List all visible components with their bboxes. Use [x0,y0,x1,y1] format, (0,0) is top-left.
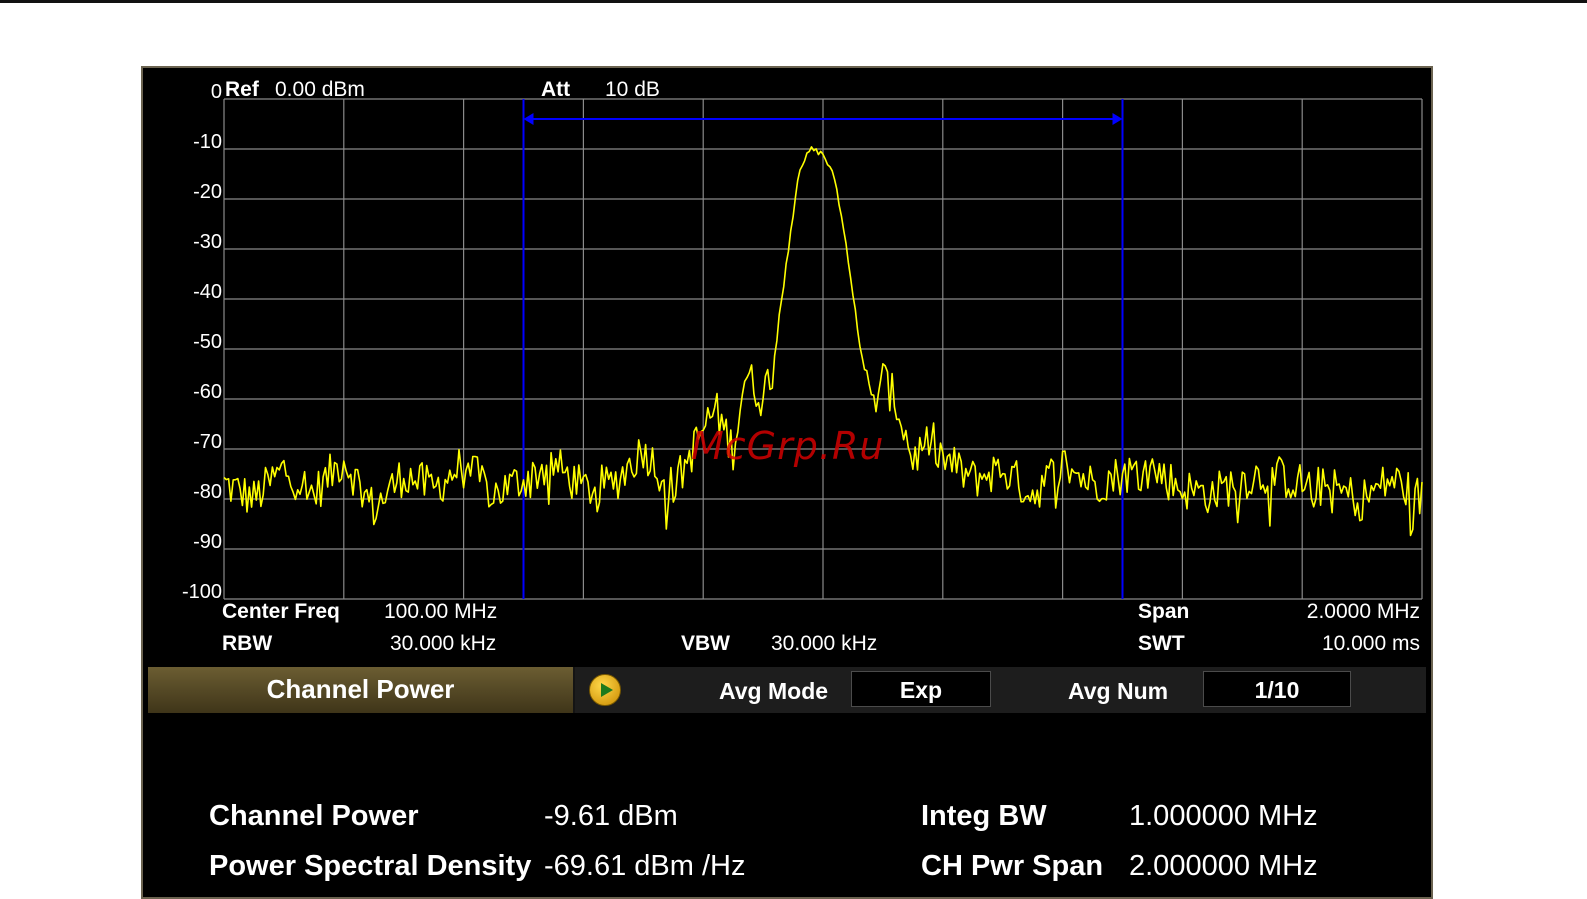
plot-grid [223,98,1423,600]
y-tick-label: -100 [181,581,222,603]
integ-bw-value: 1.000000 MHz [1129,800,1318,832]
y-tick-label: -40 [193,281,222,303]
y-tick-label: -70 [193,431,222,453]
measurement-title: Channel Power [148,667,573,713]
measurement-controls: Avg Mode Exp Avg Num 1/10 [575,667,1426,713]
y-tick-label: -30 [193,231,222,253]
channel-power-value: -9.61 dBm [544,800,678,832]
att-value: 10 dB [605,78,660,101]
analyzer-screen: 0 -10 -20 -30 -40 -50 -60 -70 -80 -90 -100 Ref 0.0… [141,66,1433,899]
y-tick-label: -50 [193,331,222,353]
y-tick-label: -60 [193,381,222,403]
att-label: Att [541,78,571,101]
y-tick-label: -20 [193,181,222,203]
center-freq-label: Center Freq [222,600,340,623]
ref-label: Ref [225,78,259,101]
swt-value: 10.000 ms [1321,632,1420,655]
psd-value: -69.61 dBm /Hz [544,850,746,882]
rbw-value: 30.000 kHz [390,632,497,655]
arrow-head-left [523,113,534,125]
vbw-label: VBW [681,632,730,655]
psd-label: Power Spectral Density [209,850,532,882]
rbw-label: RBW [222,632,273,655]
vbw-value: 30.000 kHz [771,632,878,655]
watermark: McGrp.Ru [691,424,885,468]
channel-power-label: Channel Power [209,800,419,832]
span-label: Span [1138,600,1190,623]
y-tick-label: 0 [210,81,222,103]
arrow-head-right [1112,113,1123,125]
integ-bw-label: Integ BW [921,800,1047,832]
spectrum-plot [223,98,1423,600]
swt-label: SWT [1138,632,1185,655]
ch-pwr-span-value: 2.000000 MHz [1129,850,1318,882]
avg-num-field[interactable]: 1/10 [1203,671,1351,707]
avg-num-label: Avg Num [1068,678,1169,704]
y-tick-label: -90 [193,531,222,553]
play-icon[interactable] [589,674,621,706]
avg-mode-field[interactable]: Exp [851,671,991,707]
ch-pwr-span-label: CH Pwr Span [921,850,1104,882]
measurement-header: Channel Power Avg Mode Exp Avg Num 1/10 [148,667,1426,713]
span-value: 2.0000 MHz [1306,600,1420,623]
top-rule [0,0,1587,3]
avg-mode-label: Avg Mode [719,678,829,704]
ref-value: 0.00 dBm [275,78,365,101]
y-tick-label: -80 [193,481,222,503]
y-tick-label: -10 [193,131,222,153]
center-freq-value: 100.00 MHz [384,600,498,623]
